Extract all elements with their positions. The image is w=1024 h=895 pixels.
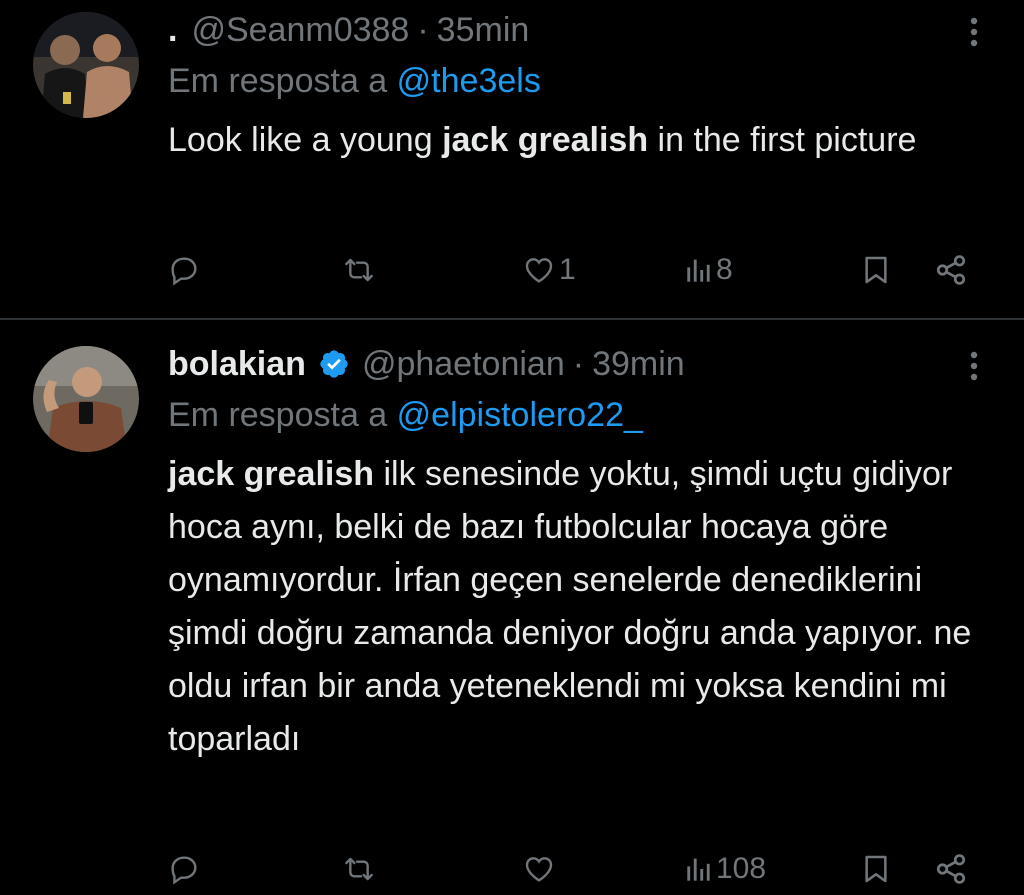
user-handle[interactable]: @phaetonian — [362, 345, 565, 384]
tweet-header: bolakian @phaetonian · 39min — [168, 340, 994, 388]
reply-prefix: Em resposta a — [168, 396, 388, 434]
retweet-icon — [345, 857, 373, 881]
views-icon — [687, 259, 710, 282]
display-name[interactable]: bolakian — [168, 345, 306, 384]
more-vertical-icon[interactable] — [954, 346, 994, 386]
display-name[interactable]: . — [168, 11, 177, 50]
avatar[interactable] — [33, 346, 139, 452]
tweet-header: . @Seanm0388 · 35min — [168, 6, 994, 54]
share-button[interactable] — [934, 245, 968, 295]
views-button[interactable]: 108 — [686, 844, 766, 894]
share-button[interactable] — [934, 844, 968, 894]
reply-icon — [171, 856, 197, 885]
retweet-icon — [345, 258, 373, 282]
share-icon — [936, 255, 966, 285]
reply-button[interactable] — [168, 245, 204, 295]
view-count: 108 — [716, 852, 767, 885]
heart-icon — [525, 857, 553, 882]
retweet-button[interactable] — [341, 844, 381, 894]
like-button[interactable] — [523, 844, 559, 894]
like-count: 1 — [559, 253, 576, 286]
share-icon — [936, 854, 966, 884]
tweet-content: bolakian @phaetonian · 39min Em resposta… — [168, 340, 994, 766]
tweet-text-after: in the first picture — [648, 121, 917, 159]
bookmark-icon — [865, 256, 887, 284]
reply-button[interactable] — [168, 844, 204, 894]
tweet[interactable]: bolakian @phaetonian · 39min Em resposta… — [0, 320, 1024, 895]
views-icon — [687, 858, 710, 881]
more-vertical-icon[interactable] — [954, 12, 994, 52]
tweet-text-highlight: jack grealish — [168, 455, 375, 493]
tweet[interactable]: . @Seanm0388 · 35min Em resposta a @the3… — [0, 0, 1024, 318]
tweet-text: jack grealish ilk senesinde yoktu, şimdi… — [168, 448, 994, 766]
bookmark-button[interactable] — [860, 245, 892, 295]
avatar[interactable] — [33, 12, 139, 118]
retweet-button[interactable] — [341, 245, 381, 295]
separator-dot: · — [572, 344, 585, 383]
verified-badge-icon — [318, 348, 350, 380]
tweet-text-after: ilk senesinde yoktu, şimdi uçtu gidiyor … — [168, 455, 972, 758]
views-button[interactable]: 8 — [686, 245, 733, 295]
bookmark-icon — [865, 855, 887, 883]
tweet-text: Look like a young jack grealish in the f… — [168, 114, 938, 167]
user-handle[interactable]: @Seanm0388 — [191, 11, 409, 50]
reply-mention-link[interactable]: @elpistolero22_ — [397, 396, 643, 434]
tweet-actions: 1 8 — [168, 245, 974, 295]
like-button[interactable]: 1 — [523, 245, 576, 295]
timestamp[interactable]: 39min — [592, 345, 685, 384]
tweet-actions: 108 — [168, 844, 974, 894]
reply-mention-link[interactable]: @the3els — [397, 62, 541, 100]
reply-prefix: Em resposta a — [168, 62, 388, 100]
tweet-content: . @Seanm0388 · 35min Em resposta a @the3… — [168, 6, 994, 167]
bookmark-button[interactable] — [860, 844, 892, 894]
reply-context: Em resposta a @the3els — [168, 54, 994, 108]
heart-icon — [525, 258, 553, 283]
reply-icon — [171, 257, 197, 286]
tweet-text-before: Look like a young — [168, 121, 443, 159]
timestamp[interactable]: 35min — [437, 11, 530, 50]
view-count: 8 — [716, 253, 733, 286]
tweet-text-highlight: jack grealish — [442, 121, 649, 159]
separator-dot: · — [417, 10, 429, 49]
reply-context: Em resposta a @elpistolero22_ — [168, 388, 994, 442]
